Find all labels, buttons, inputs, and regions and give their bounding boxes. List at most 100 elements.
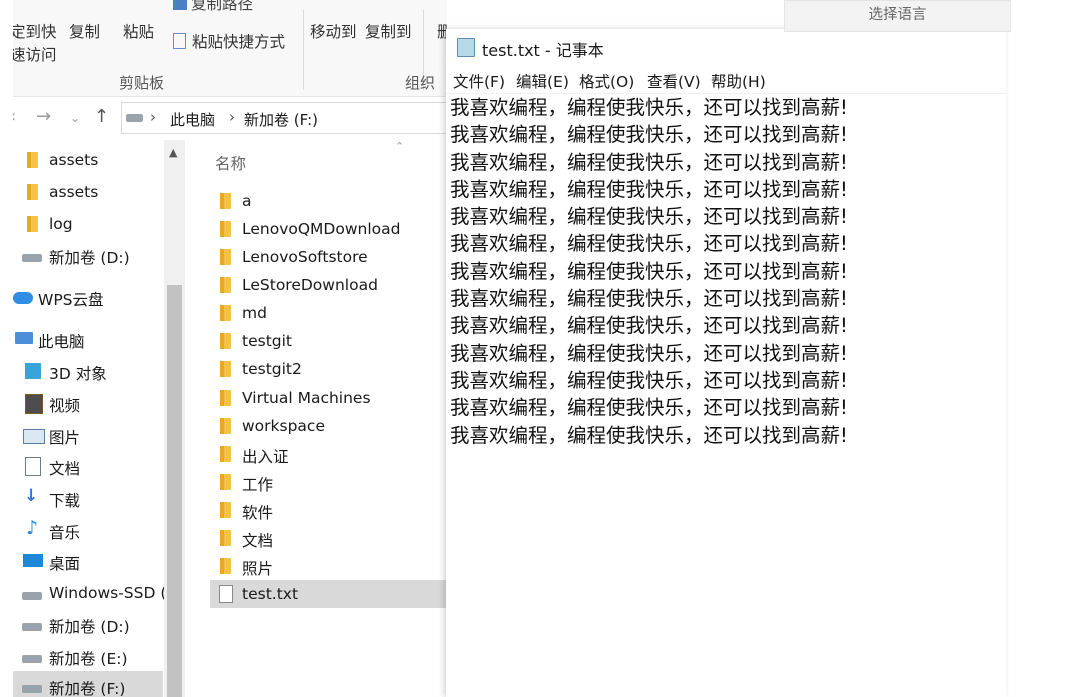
text-line: 我喜欢编程，编程使我快乐，还可以找到高薪! <box>450 205 848 229</box>
nav-item-videos[interactable]: 视频 <box>13 388 163 418</box>
file-list-item[interactable]: md <box>210 299 447 327</box>
file-name: md <box>242 304 267 322</box>
file-list-item[interactable]: 出入证 <box>210 440 447 468</box>
nav-item-documents[interactable]: 文档 <box>13 451 163 481</box>
text-line: 我喜欢编程，编程使我快乐，还可以找到高薪! <box>450 287 848 311</box>
menu-edit[interactable]: 编辑(E) <box>516 70 569 92</box>
file-name: 出入证 <box>242 448 289 466</box>
folder-icon <box>220 305 231 321</box>
file-name: LeStoreDownload <box>242 276 378 294</box>
notepad-window: test.txt - 记事本 文件(F) 编辑(E) 格式(O) 查看(V) 帮… <box>446 29 1006 697</box>
folder-icon <box>220 361 231 377</box>
text-line: 我喜欢编程，编程使我快乐，还可以找到高薪! <box>450 96 848 119</box>
copy-to-button[interactable]: 复制到 <box>365 20 412 42</box>
folder-icon <box>220 390 231 406</box>
name-column-header[interactable]: 名称 <box>215 152 246 174</box>
menu-file[interactable]: 文件(F) <box>453 70 505 92</box>
address-bar[interactable]: › 此电脑 › 新加卷 (F:) <box>121 102 447 134</box>
file-list-item[interactable]: LeStoreDownload <box>210 271 447 299</box>
nav-item-this-pc[interactable]: 此电脑 <box>13 324 163 354</box>
nav-item-assets[interactable]: assets <box>13 145 163 175</box>
breadcrumb-drive-f[interactable]: 新加卷 (F:) <box>244 109 318 130</box>
nav-item-pictures[interactable]: 图片 <box>13 420 163 450</box>
nav-item-3d-objects[interactable]: 3D 对象 <box>13 356 163 386</box>
folder-icon <box>220 193 231 209</box>
ribbon: 定到快 速访问 复制 粘贴 复制路径 粘贴快捷方式 移动到 复制到 删除 剪贴板… <box>13 0 447 97</box>
folder-icon <box>220 530 231 546</box>
menu-view[interactable]: 查看(V) <box>647 70 701 92</box>
file-list-item[interactable]: a <box>210 187 447 215</box>
paste-shortcut-label: 粘贴快捷方式 <box>192 33 286 51</box>
nav-item-wps-cloud[interactable]: WPS云盘 <box>13 282 163 312</box>
drive-icon <box>22 655 42 663</box>
drive-icon <box>22 254 42 262</box>
back-button[interactable]: ‹ <box>13 106 16 127</box>
ribbon-separator <box>303 10 304 90</box>
clipboard-group-label: 剪贴板 <box>119 74 165 92</box>
file-list-item[interactable]: Virtual Machines <box>210 384 447 412</box>
breadcrumb-this-pc[interactable]: 此电脑 <box>170 109 215 130</box>
file-list-item[interactable]: testgit2 <box>210 355 447 383</box>
file-list-item[interactable]: 工作 <box>210 468 447 496</box>
nav-item-downloads[interactable]: ↓ 下载 <box>13 483 163 513</box>
pin-label-line1: 定到快 <box>13 23 57 41</box>
desktop-icon <box>23 554 43 567</box>
pin-quick-access-button[interactable]: 定到快 速访问 <box>13 20 57 65</box>
notepad-icon <box>457 38 475 57</box>
file-name: a <box>242 192 252 210</box>
copy-button[interactable]: 复制 <box>69 20 100 42</box>
nav-item-music[interactable]: ♪ 音乐 <box>13 515 163 545</box>
nav-item-label: 新加卷 (E:) <box>49 650 128 668</box>
nav-item-drive-d[interactable]: 新加卷 (D:) <box>13 240 163 270</box>
file-list-item-selected[interactable]: test.txt <box>210 580 447 608</box>
nav-item-log[interactable]: log <box>13 209 163 239</box>
paste-button[interactable]: 粘贴 <box>123 20 154 42</box>
paste-shortcut-button[interactable]: 粘贴快捷方式 <box>173 30 285 52</box>
nav-item-label: 新加卷 (D:) <box>49 618 130 636</box>
breadcrumb-separator: › <box>150 108 156 126</box>
file-name: 工作 <box>242 476 274 494</box>
nav-item-drive-e[interactable]: 新加卷 (E:) <box>13 641 163 671</box>
sort-ascending-icon: ⌃ <box>395 140 405 153</box>
3d-objects-icon <box>25 363 41 379</box>
nav-item-desktop[interactable]: 桌面 <box>13 546 163 576</box>
nav-item-drive-f[interactable]: 新加卷 (F:) <box>13 671 163 697</box>
recent-locations-button[interactable]: ⌄ <box>70 111 80 125</box>
file-list-item[interactable]: 软件 <box>210 496 447 524</box>
text-line: 我喜欢编程，编程使我快乐，还可以找到高薪! <box>450 368 848 392</box>
nav-pane-scrollbar[interactable]: ▲ <box>164 140 185 697</box>
move-to-label: 移动到 <box>310 23 357 41</box>
text-file-icon <box>219 585 233 603</box>
file-list-item[interactable]: 照片 <box>210 552 447 580</box>
nav-item-label: 桌面 <box>49 555 81 573</box>
folder-icon <box>220 418 231 434</box>
nav-item-label: assets <box>49 151 99 169</box>
text-line: 我喜欢编程，编程使我快乐，还可以找到高薪! <box>450 396 848 420</box>
nav-item-windows-ssd[interactable]: Windows-SSD ( <box>13 578 166 608</box>
forward-button[interactable]: → <box>36 106 51 127</box>
file-name: LenovoQMDownload <box>242 220 401 238</box>
file-list-item[interactable]: testgit <box>210 327 447 355</box>
nav-pane-scroll-thumb[interactable] <box>167 285 182 697</box>
text-line: 我喜欢编程，编程使我快乐，还可以找到高薪! <box>450 423 848 447</box>
menu-format[interactable]: 格式(O) <box>579 70 634 92</box>
text-editor[interactable]: 我喜欢编程，编程使我快乐，还可以找到高薪! 我喜欢编程，编程使我快乐，还可以找到… <box>450 94 990 449</box>
select-language-button[interactable]: 选择语言 <box>784 0 1011 32</box>
file-list-item[interactable]: LenovoQMDownload <box>210 215 447 243</box>
paste-shortcut-icon <box>173 33 186 49</box>
copy-path-icon <box>173 0 187 10</box>
nav-item-label: 图片 <box>49 429 81 447</box>
up-button[interactable]: ↑ <box>94 106 109 127</box>
menu-help[interactable]: 帮助(H) <box>711 70 766 92</box>
file-list-item[interactable]: LenovoSoftstore <box>210 243 447 271</box>
scroll-up-icon[interactable]: ▲ <box>169 146 177 159</box>
file-list-item[interactable]: 文档 <box>210 524 447 552</box>
copy-path-button[interactable]: 复制路径 <box>173 0 253 14</box>
nav-item-drive-d[interactable]: 新加卷 (D:) <box>13 609 163 639</box>
nav-item-label: assets <box>49 183 99 201</box>
nav-item-assets[interactable]: assets <box>13 177 163 207</box>
file-name: testgit2 <box>242 360 302 378</box>
move-to-button[interactable]: 移动到 <box>310 20 357 42</box>
nav-item-label: 此电脑 <box>38 333 85 351</box>
file-list-item[interactable]: workspace <box>210 412 447 440</box>
